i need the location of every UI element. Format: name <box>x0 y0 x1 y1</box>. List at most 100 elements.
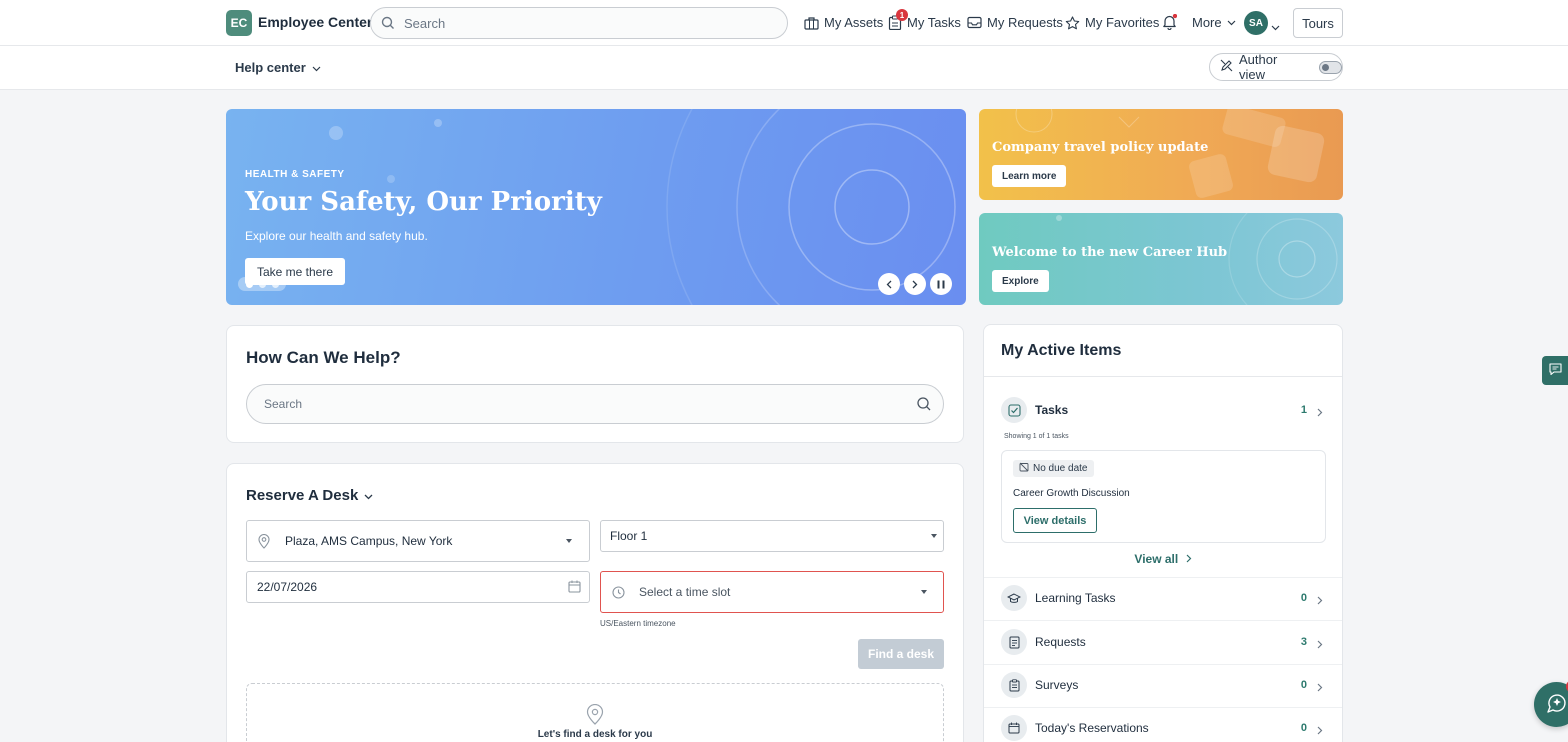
graduation-cap-icon <box>1001 585 1027 611</box>
reserve-desk-label: Reserve A Desk <box>246 487 359 504</box>
reserve-desk-card: Reserve A Desk Plaza, AMS Campus, New Yo… <box>226 463 964 742</box>
calendar-icon <box>1001 715 1027 741</box>
learn-more-button[interactable]: Learn more <box>992 165 1067 187</box>
calendar-icon[interactable] <box>568 580 581 596</box>
chevron-right-icon <box>1317 680 1323 695</box>
location-select[interactable]: Plaza, AMS Campus, New York <box>246 520 590 562</box>
logo[interactable]: EC <box>226 10 252 36</box>
carousel-dot[interactable] <box>271 280 279 288</box>
help-center-menu[interactable]: Help center <box>235 60 321 75</box>
help-search-input[interactable]: Search <box>246 384 944 424</box>
time-slot-select[interactable]: Select a time slot <box>600 571 944 613</box>
hero-eyebrow: HEALTH & SAFETY <box>245 169 345 180</box>
divider <box>984 620 1342 621</box>
surveys-row[interactable]: Surveys 0 <box>1001 672 1325 698</box>
tasks-row[interactable]: Tasks 1 <box>1001 397 1325 423</box>
view-details-button[interactable]: View details <box>1013 508 1097 533</box>
row-label: Learning Tasks <box>1035 591 1116 605</box>
carousel-indicators <box>238 277 286 291</box>
sparkle-chat-icon <box>1546 692 1568 717</box>
nav-label: My Requests <box>987 15 1063 30</box>
find-desk-button[interactable]: Find a desk <box>858 639 944 669</box>
global-search-input[interactable]: Search <box>370 7 788 39</box>
view-all-link[interactable]: View all <box>984 552 1342 566</box>
location-value: Plaza, AMS Campus, New York <box>285 534 453 548</box>
carousel-pause-button[interactable] <box>930 273 952 295</box>
promo-card-career-hub[interactable]: Welcome to the new Career Hub Explore <box>979 213 1343 305</box>
user-avatar[interactable]: SA <box>1244 11 1268 35</box>
chevron-down-icon <box>312 60 321 75</box>
chat-bubble-icon <box>1548 363 1562 378</box>
help-card-title: How Can We Help? <box>246 348 401 367</box>
explore-button[interactable]: Explore <box>992 270 1049 292</box>
chevron-right-icon <box>912 277 918 292</box>
reserve-desk-title[interactable]: Reserve A Desk <box>246 487 373 504</box>
nav-label: My Tasks <box>907 15 961 30</box>
caret-down-icon <box>566 539 572 543</box>
chevron-down-icon <box>364 487 373 504</box>
desk-results-empty-state: Let's find a desk for you <box>246 683 944 742</box>
chevron-right-icon <box>1317 593 1323 608</box>
location-pin-icon <box>258 534 270 552</box>
task-item-card: No due date Career Growth Discussion Vie… <box>1001 450 1326 543</box>
requests-row[interactable]: Requests 3 <box>1001 629 1325 655</box>
row-count: 3 <box>1300 636 1307 648</box>
help-search-card: How Can We Help? Search <box>226 325 964 443</box>
sub-navigation-bar: Help center Author view <box>0 46 1568 90</box>
tasks-badge: 1 <box>896 9 908 21</box>
notifications-button[interactable] <box>1162 14 1177 30</box>
search-icon[interactable] <box>916 396 932 415</box>
nav-label: My Favorites <box>1085 15 1160 30</box>
top-navigation-bar: EC Employee Center Search My Assets 1 My… <box>0 0 1568 46</box>
calendar-off-icon <box>1019 462 1029 475</box>
carousel-next-button[interactable] <box>904 273 926 295</box>
carousel-dot[interactable] <box>245 280 253 288</box>
due-date-text: No due date <box>1033 463 1088 474</box>
empty-state-text: Let's find a desk for you <box>537 729 653 740</box>
help-center-label: Help center <box>235 60 306 75</box>
floor-select[interactable]: Floor 1 <box>600 520 944 552</box>
chevron-right-icon <box>1317 405 1323 420</box>
divider <box>984 376 1342 377</box>
chevron-right-icon <box>1317 723 1323 738</box>
learning-tasks-row[interactable]: Learning Tasks 0 <box>1001 585 1325 611</box>
divider <box>984 707 1342 708</box>
task-title: Career Growth Discussion <box>1013 488 1130 499</box>
timezone-hint: US/Eastern timezone <box>600 619 676 628</box>
inbox-icon <box>967 16 982 29</box>
due-date-badge: No due date <box>1013 460 1094 477</box>
nav-my-assets[interactable]: My Assets <box>804 15 883 30</box>
virtual-assistant-button[interactable]: 1 <box>1534 680 1568 727</box>
checkbox-icon <box>1001 397 1027 423</box>
bell-icon <box>1162 14 1177 30</box>
chevron-down-icon[interactable] <box>1271 19 1280 34</box>
nav-my-requests[interactable]: My Requests <box>967 15 1063 30</box>
carousel-prev-button[interactable] <box>878 273 900 295</box>
briefcase-icon <box>804 16 819 30</box>
carousel-dot[interactable] <box>258 280 266 288</box>
nav-more-menu[interactable]: More <box>1192 15 1236 30</box>
hero-title: Your Safety, Our Priority <box>245 187 602 217</box>
chevron-left-icon <box>886 277 892 292</box>
floor-value: Floor 1 <box>610 529 648 543</box>
promo-title: Company travel policy update <box>992 140 1209 155</box>
chevron-right-icon <box>1186 552 1192 566</box>
chevron-down-icon <box>1227 20 1236 26</box>
search-placeholder: Search <box>264 397 303 411</box>
promo-card-travel[interactable]: Company travel policy update Learn more <box>979 109 1343 200</box>
nav-my-tasks[interactable]: 1 My Tasks <box>888 9 961 30</box>
date-value: 22/07/2026 <box>257 580 318 594</box>
date-input[interactable]: 22/07/2026 <box>246 571 590 603</box>
author-view-switch[interactable] <box>1318 60 1342 74</box>
row-count: 0 <box>1300 679 1307 691</box>
nav-label: More <box>1192 15 1222 30</box>
tours-button[interactable]: Tours <box>1293 8 1343 38</box>
feedback-tab[interactable] <box>1542 356 1568 385</box>
nav-my-favorites[interactable]: My Favorites <box>1065 15 1159 30</box>
brand-name[interactable]: Employee Center <box>258 14 372 30</box>
todays-reservations-row[interactable]: Today's Reservations 0 <box>1001 715 1325 741</box>
document-icon <box>1001 629 1027 655</box>
divider <box>984 664 1342 665</box>
tasks-label: Tasks <box>1035 403 1069 417</box>
author-view-toggle[interactable]: Author view <box>1209 52 1343 82</box>
